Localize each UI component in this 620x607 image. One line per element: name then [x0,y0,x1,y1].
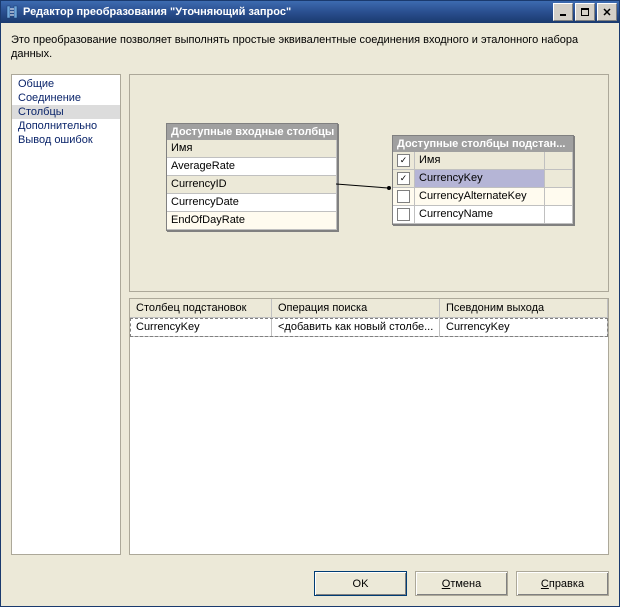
maximize-button[interactable] [575,3,595,21]
lookup-columns-header-name[interactable]: Имя [415,152,545,169]
title-bar[interactable]: Редактор преобразования "Уточняющий запр… [1,1,619,23]
cancel-button[interactable]: Отмена [415,571,508,596]
lookup-columns-title: Доступные столбцы подстан... [393,136,573,152]
input-column-row[interactable]: EndOfDayRate [167,212,337,230]
output-mapping-grid[interactable]: Столбец подстановок Операция поиска Псев… [129,298,609,555]
grid-cell-lookup-operation[interactable]: <добавить как новый столбе... [272,318,440,336]
nav-item-general[interactable]: Общие [12,77,120,91]
ok-button[interactable]: OK [314,571,407,596]
input-column-name: CurrencyID [167,176,337,193]
input-columns-title: Доступные входные столбцы [167,124,337,140]
input-columns-box[interactable]: Доступные входные столбцы Имя AverageRat… [166,123,338,231]
lookup-column-name: CurrencyName [415,206,545,223]
help-button[interactable]: Справка [516,571,609,596]
close-button[interactable] [597,3,617,21]
lookup-column-name: CurrencyAlternateKey [415,188,545,205]
input-column-row[interactable]: CurrencyID [167,176,337,194]
grid-cell-output-alias[interactable]: CurrencyKey [440,318,608,336]
app-icon [5,5,19,19]
input-columns-header-name[interactable]: Имя [167,140,337,157]
lookup-columns-header-spacer [545,152,573,169]
grid-row[interactable]: CurrencyKey <добавить как новый столбе..… [130,318,608,337]
mapping-connector-line [336,181,392,191]
grid-header-output-alias[interactable]: Псевдоним выхода [440,299,608,317]
nav-item-columns[interactable]: Столбцы [12,105,120,119]
input-column-row[interactable]: CurrencyDate [167,194,337,212]
lookup-column-row[interactable]: CurrencyName [393,206,573,224]
nav-item-error-output[interactable]: Вывод ошибок [12,133,120,147]
lookup-column-row[interactable]: CurrencyAlternateKey [393,188,573,206]
grid-cell-lookup-column[interactable]: CurrencyKey [130,318,272,336]
lookup-column-checkbox[interactable]: ✓ [393,170,415,187]
lookup-columns-box[interactable]: Доступные столбцы подстан... ✓ Имя ✓ [392,135,574,225]
lookup-column-name: CurrencyKey [415,170,545,187]
lookup-column-checkbox[interactable] [393,188,415,205]
lookup-column-row[interactable]: ✓ CurrencyKey [393,170,573,188]
input-column-name: EndOfDayRate [167,212,337,229]
dialog-description: Это преобразование позволяет выполнять п… [11,33,609,62]
input-column-name: AverageRate [167,158,337,175]
dialog-window: Редактор преобразования "Уточняющий запр… [0,0,620,607]
grid-header-lookup-operation[interactable]: Операция поиска [272,299,440,317]
input-column-row[interactable]: AverageRate [167,158,337,176]
minimize-button[interactable] [553,3,573,21]
nav-panel: Общие Соединение Столбцы Дополнительно В… [11,74,121,555]
nav-item-connection[interactable]: Соединение [12,91,120,105]
lookup-column-checkbox[interactable] [393,206,415,223]
lookup-select-all-checkbox[interactable]: ✓ [393,152,415,169]
nav-item-advanced[interactable]: Дополнительно [12,119,120,133]
dialog-button-bar: OK Отмена Справка [1,563,619,606]
column-mapping-area: Доступные входные столбцы Имя AverageRat… [129,74,609,292]
grid-header-lookup-column[interactable]: Столбец подстановок [130,299,272,317]
window-title: Редактор преобразования "Уточняющий запр… [23,6,553,18]
input-column-name: CurrencyDate [167,194,337,211]
